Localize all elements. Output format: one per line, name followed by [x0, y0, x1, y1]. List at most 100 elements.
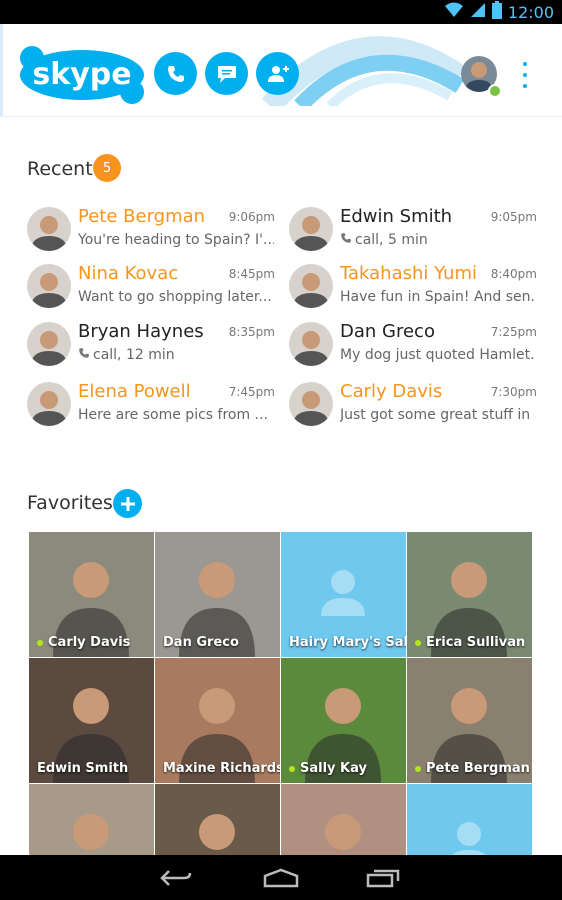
favorite-name: Dan Greco [163, 635, 239, 650]
call-button[interactable] [154, 52, 197, 95]
home-icon [263, 868, 299, 888]
avatar [27, 207, 71, 251]
favorite-tile[interactable]: Hairy Mary's Sal [281, 532, 406, 657]
person-placeholder-icon [452, 822, 486, 855]
recent-conversation-item[interactable]: Edwin Smith 9:05pm call, 5 min [289, 204, 537, 254]
message-text: call, 5 min [355, 232, 428, 248]
avatar [289, 207, 333, 251]
contact-name: Dan Greco [340, 321, 435, 342]
recent-conversation-item[interactable]: Nina Kovac 8:45pm Want to go shopping late… [27, 261, 275, 311]
favorite-name: Hairy Mary's Sal [289, 635, 406, 650]
message-time: 9:06pm [228, 210, 275, 224]
avatar [27, 382, 71, 426]
contact-name: Edwin Smith [340, 206, 453, 227]
contact-photo [155, 784, 280, 855]
skype-logo: skype [20, 46, 144, 104]
wifi-icon [444, 2, 464, 22]
chat-button[interactable] [205, 52, 248, 95]
back-button[interactable] [156, 865, 196, 891]
favorite-tile[interactable] [155, 784, 280, 855]
message-time: 7:30pm [490, 385, 537, 399]
favorites-grid: Carly Davis Dan Greco Hairy Mary's Sal Eric… [29, 532, 533, 855]
message-text: Just got some great stuff in ... [340, 407, 536, 423]
favorite-tile[interactable] [281, 784, 406, 855]
favorites-section-title: Favorites [27, 492, 113, 514]
favorite-name-text: Dan Greco [163, 635, 239, 650]
favorite-tile[interactable]: Maxine Richards [155, 658, 280, 783]
recent-conversation-item[interactable]: Bryan Haynes 8:35pm call, 12 min [27, 319, 275, 369]
contact-name: Pete Bergman [78, 206, 206, 227]
recent-apps-button[interactable] [364, 865, 404, 891]
message-preview: call, 12 min [78, 347, 274, 363]
favorite-tile[interactable]: Edwin Smith [29, 658, 154, 783]
recent-conversation-item[interactable]: Takahashi Yumi 8:40pm Have fun in Spain! A… [289, 261, 537, 311]
favorite-name: Carly Davis [37, 635, 130, 650]
logo-text: skype [32, 57, 131, 92]
message-time: 8:35pm [228, 325, 275, 339]
chat-bubble-icon [217, 65, 236, 83]
contact-name: Nina Kovac [78, 263, 179, 284]
favorite-name: Maxine Richards [163, 761, 280, 776]
add-contact-button[interactable] [256, 52, 299, 95]
status-bar: 12:00 [0, 0, 562, 24]
message-text: call, 12 min [93, 347, 175, 363]
message-preview: Have fun in Spain! And sen... [340, 289, 536, 305]
contact-name: Bryan Haynes [78, 321, 204, 342]
message-time: 9:05pm [490, 210, 537, 224]
message-time: 8:45pm [228, 267, 275, 281]
message-text: My dog just quoted Hamlet... [340, 347, 536, 363]
favorite-tile[interactable] [29, 784, 154, 855]
favorite-tile[interactable]: Dan Greco [155, 532, 280, 657]
favorite-name-text: Carly Davis [48, 635, 131, 650]
favorite-tile[interactable]: Carly Davis [29, 532, 154, 657]
favorite-name-text: Edwin Smith [37, 761, 129, 776]
app-header: skype [0, 24, 562, 116]
favorite-tile[interactable]: Erica Sullivan [407, 532, 532, 657]
phone-icon [167, 65, 184, 82]
favorite-name: Sally Kay [289, 761, 367, 776]
recent-conversation-item[interactable]: Dan Greco 7:25pm My dog just quoted Hamlet… [289, 319, 537, 369]
recent-count-badge: 5 [93, 154, 121, 182]
contact-name: Elena Powell [78, 381, 191, 402]
message-preview: You're heading to Spain? I'... [78, 232, 274, 248]
battery-icon [491, 1, 502, 23]
contact-name: Carly Davis [340, 381, 443, 402]
status-time: 12:00 [507, 2, 554, 22]
favorite-tile[interactable]: Sally Kay [281, 658, 406, 783]
online-status-dot [37, 639, 43, 646]
online-status-dot [488, 84, 502, 98]
message-time: 7:45pm [228, 385, 275, 399]
favorite-tile[interactable] [407, 784, 532, 855]
avatar [27, 322, 71, 366]
overflow-menu-icon[interactable] [518, 62, 532, 88]
message-preview: call, 5 min [340, 232, 536, 248]
call-icon [78, 347, 90, 363]
recent-section-title: Recent [27, 158, 93, 180]
message-text: You're heading to Spain? I'... [78, 232, 274, 248]
online-status-dot [415, 639, 421, 646]
navigation-bar [0, 855, 562, 900]
message-text: Have fun in Spain! And sen... [340, 289, 536, 305]
message-text: Here are some pics from ... [78, 407, 268, 423]
message-preview: Want to go shopping later... [78, 289, 274, 305]
recent-conversation-item[interactable]: Carly Davis 7:30pm Just got some great stu… [289, 379, 537, 429]
add-person-icon [267, 65, 289, 82]
message-preview: My dog just quoted Hamlet... [340, 347, 536, 363]
favorite-tile[interactable]: Pete Bergman [407, 658, 532, 783]
recent-conversation-item[interactable]: Elena Powell 7:45pm Here are some pics fro… [27, 379, 275, 429]
favorite-name-text: Pete Bergman [426, 761, 530, 776]
favorite-name-text: Erica Sullivan [426, 635, 526, 650]
message-time: 7:25pm [490, 325, 537, 339]
message-preview: Here are some pics from ... [78, 407, 274, 423]
home-button[interactable] [261, 865, 301, 891]
favorite-name-text: Maxine Richards [163, 761, 280, 776]
contact-photo [29, 784, 154, 855]
favorite-name-text: Hairy Mary's Sal [289, 635, 406, 650]
avatar [289, 322, 333, 366]
add-favorite-button[interactable] [113, 489, 142, 518]
favorite-name: Pete Bergman [415, 761, 530, 776]
contact-photo [281, 784, 406, 855]
favorite-name: Erica Sullivan [415, 635, 525, 650]
online-status-dot [415, 765, 421, 772]
recent-conversation-item[interactable]: Pete Bergman 9:06pm You're heading to Spai… [27, 204, 275, 254]
